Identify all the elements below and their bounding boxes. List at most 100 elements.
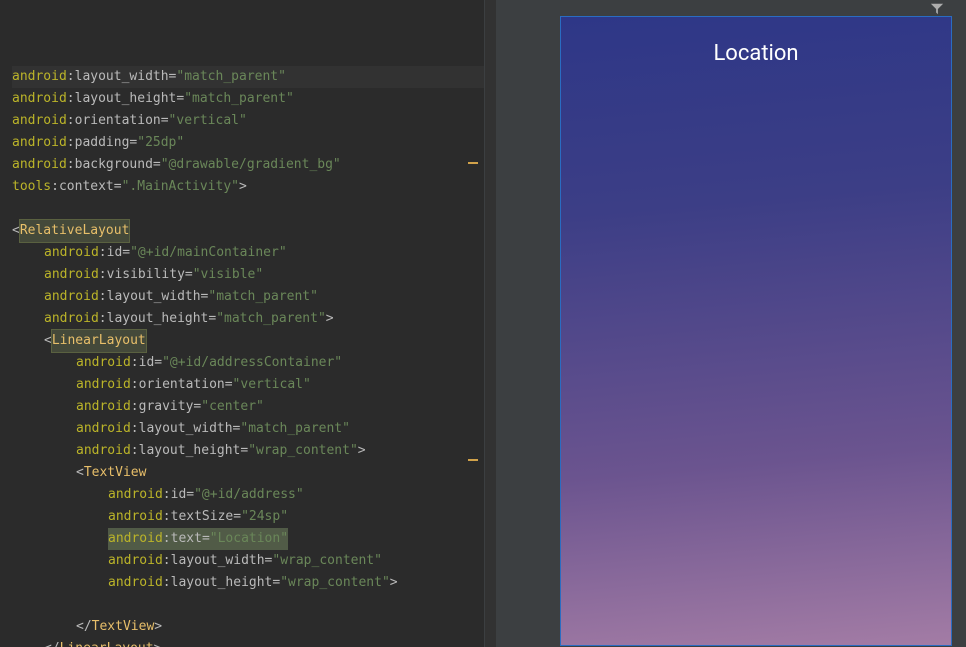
code-line[interactable]: tools:context=".MainActivity">	[12, 176, 484, 198]
token-ns: android	[108, 509, 163, 524]
token-str: "wrap_content"	[280, 575, 390, 590]
warning-marker[interactable]	[468, 459, 478, 461]
code-line[interactable]: <LinearLayout	[12, 330, 484, 352]
xml-editor[interactable]: android:layout_width="match_parent"andro…	[0, 0, 484, 647]
token-op: =	[186, 487, 194, 502]
device-content: Location	[561, 17, 951, 94]
token-str: "match_parent"	[184, 91, 294, 106]
token-str: "@+id/addressContainer"	[162, 355, 342, 370]
token-str: "match_parent"	[216, 311, 326, 326]
token-op: :	[131, 421, 139, 436]
code-line[interactable]: <RelativeLayout	[12, 220, 484, 242]
token-op: :	[163, 575, 171, 590]
code-line[interactable]: android:layout_width="match_parent"	[12, 286, 484, 308]
token-str: "wrap_content"	[248, 443, 358, 458]
token-op: =	[153, 157, 161, 172]
token-str: "vertical"	[233, 377, 311, 392]
code-line[interactable]	[12, 198, 484, 220]
token-attr: background	[75, 157, 153, 172]
code-line[interactable]: android:visibility="visible"	[12, 264, 484, 286]
code-line[interactable]: android:layout_width="wrap_content"	[12, 550, 484, 572]
gutter-strip	[466, 0, 478, 647]
token-str: "match_parent"	[240, 421, 350, 436]
token-op: :	[51, 179, 59, 194]
token-ns: android	[12, 113, 67, 128]
code-line[interactable]: android:layout_height="wrap_content">	[12, 440, 484, 462]
token-attr: layout_height	[171, 575, 273, 590]
token-str: "match_parent"	[176, 69, 286, 84]
code-line[interactable]: </TextView>	[12, 616, 484, 638]
token-op: :	[67, 135, 75, 150]
token-tag: TextView	[92, 619, 155, 634]
token-str: "@drawable/gradient_bg"	[161, 157, 341, 172]
token-op: :	[67, 113, 75, 128]
code-line[interactable]: android:id="@+id/address"	[12, 484, 484, 506]
code-line[interactable]: android:layout_width="match_parent"	[12, 66, 484, 88]
token-punct: >	[154, 619, 162, 634]
token-attr: text	[171, 528, 202, 550]
token-str: "wrap_content"	[272, 553, 382, 568]
token-op: :	[67, 69, 75, 84]
token-op: =	[114, 179, 122, 194]
token-punct: <	[44, 333, 52, 348]
code-line[interactable]: android:orientation="vertical"	[12, 110, 484, 132]
code-line[interactable]: android:text="Location"	[12, 528, 484, 550]
scrollbar-track[interactable]	[485, 0, 496, 647]
token-attr: padding	[75, 135, 130, 150]
device-frame[interactable]: Location	[560, 16, 952, 646]
token-punct: >	[358, 443, 366, 458]
token-punct: >	[326, 311, 334, 326]
token-tag: TextView	[84, 465, 147, 480]
token-op: :	[99, 311, 107, 326]
token-op: :	[163, 553, 171, 568]
code-line[interactable]: android:gravity="center"	[12, 396, 484, 418]
token-ns: android	[76, 377, 131, 392]
token-str: ".MainActivity"	[122, 179, 239, 194]
token-ns: android	[44, 289, 99, 304]
token-ns: android	[12, 69, 67, 84]
token-op: :	[99, 267, 107, 282]
code-line[interactable]: android:background="@drawable/gradient_b…	[12, 154, 484, 176]
token-ns: android	[12, 157, 67, 172]
token-punct: >	[154, 641, 162, 647]
token-op: :	[131, 355, 139, 370]
token-op: :	[99, 245, 107, 260]
token-op: =	[154, 355, 162, 370]
code-line[interactable]: android:layout_height="wrap_content">	[12, 572, 484, 594]
code-line[interactable]: android:layout_width="match_parent"	[12, 418, 484, 440]
token-str: "@+id/address"	[194, 487, 304, 502]
code-line[interactable]: android:padding="25dp"	[12, 132, 484, 154]
token-op: :	[163, 509, 171, 524]
token-ns: android	[12, 91, 67, 106]
code-line[interactable]: </LinearLayout>	[12, 638, 484, 647]
token-str: "vertical"	[169, 113, 247, 128]
token-op: :	[131, 443, 139, 458]
token-attr: id	[139, 355, 155, 370]
token-ns: android	[76, 443, 131, 458]
token-ns: tools	[12, 179, 51, 194]
code-line[interactable]: <TextView	[12, 462, 484, 484]
token-str: "match_parent"	[208, 289, 318, 304]
code-line[interactable]: android:id="@+id/mainContainer"	[12, 242, 484, 264]
token-tag: LinearLayout	[52, 330, 146, 352]
token-op: =	[122, 245, 130, 260]
code-line[interactable]: android:layout_height="match_parent"	[12, 88, 484, 110]
token-attr: layout_height	[107, 311, 209, 326]
token-ns: android	[44, 311, 99, 326]
code-line[interactable]: android:orientation="vertical"	[12, 374, 484, 396]
token-str: "25dp"	[137, 135, 184, 150]
token-op: =	[185, 267, 193, 282]
token-op: =	[202, 528, 210, 550]
code-line[interactable]: android:layout_height="match_parent">	[12, 308, 484, 330]
token-ns: android	[108, 553, 163, 568]
token-op: :	[67, 91, 75, 106]
editor-scrollbar[interactable]	[484, 0, 496, 647]
code-line[interactable]	[12, 594, 484, 616]
code-line[interactable]: android:textSize="24sp"	[12, 506, 484, 528]
code-line[interactable]: android:id="@+id/addressContainer"	[12, 352, 484, 374]
token-ns: android	[76, 399, 131, 414]
token-tag: RelativeLayout	[20, 220, 130, 242]
filter-icon[interactable]	[930, 2, 944, 16]
token-op: :	[163, 487, 171, 502]
warning-marker[interactable]	[468, 162, 478, 164]
